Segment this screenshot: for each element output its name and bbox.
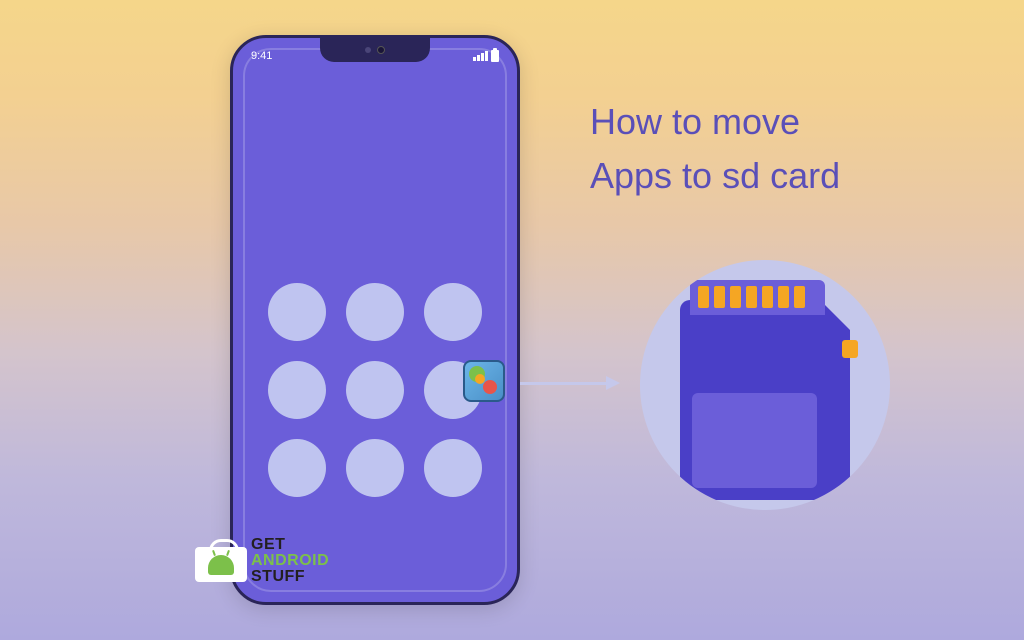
status-indicators [473,50,499,62]
arrow-icon [520,376,620,390]
app-placeholder [346,439,404,497]
app-placeholder [268,283,326,341]
android-icon [208,555,234,575]
watermark-text: GET ANDROID STUFF [251,537,329,585]
battery-icon [491,50,499,62]
signal-icon [473,51,488,61]
watermark-android: ANDROID [251,553,329,569]
watermark-stuff: STUFF [251,569,329,585]
sd-label-area [692,393,817,488]
app-placeholder [346,283,404,341]
watermark-get: GET [251,537,329,553]
sd-card-circle [640,260,890,510]
app-grid [268,283,482,497]
app-placeholder [268,439,326,497]
sd-lock-switch [842,340,858,358]
app-placeholder [424,439,482,497]
watermark-bag-icon [195,540,247,582]
app-placeholder [268,361,326,419]
watermark-logo: GET ANDROID STUFF [195,537,329,585]
status-bar: 9:41 [251,50,499,62]
app-placeholder [424,283,482,341]
sd-contacts [690,280,825,315]
phone-mockup: 9:41 [230,35,520,605]
moving-app-icon [463,360,505,402]
status-time: 9:41 [251,50,272,62]
title-line-2: Apps to sd card [590,149,840,203]
title-line-1: How to move [590,95,840,149]
page-title: How to move Apps to sd card [590,95,840,203]
sd-card-icon [680,300,850,500]
app-placeholder [346,361,404,419]
